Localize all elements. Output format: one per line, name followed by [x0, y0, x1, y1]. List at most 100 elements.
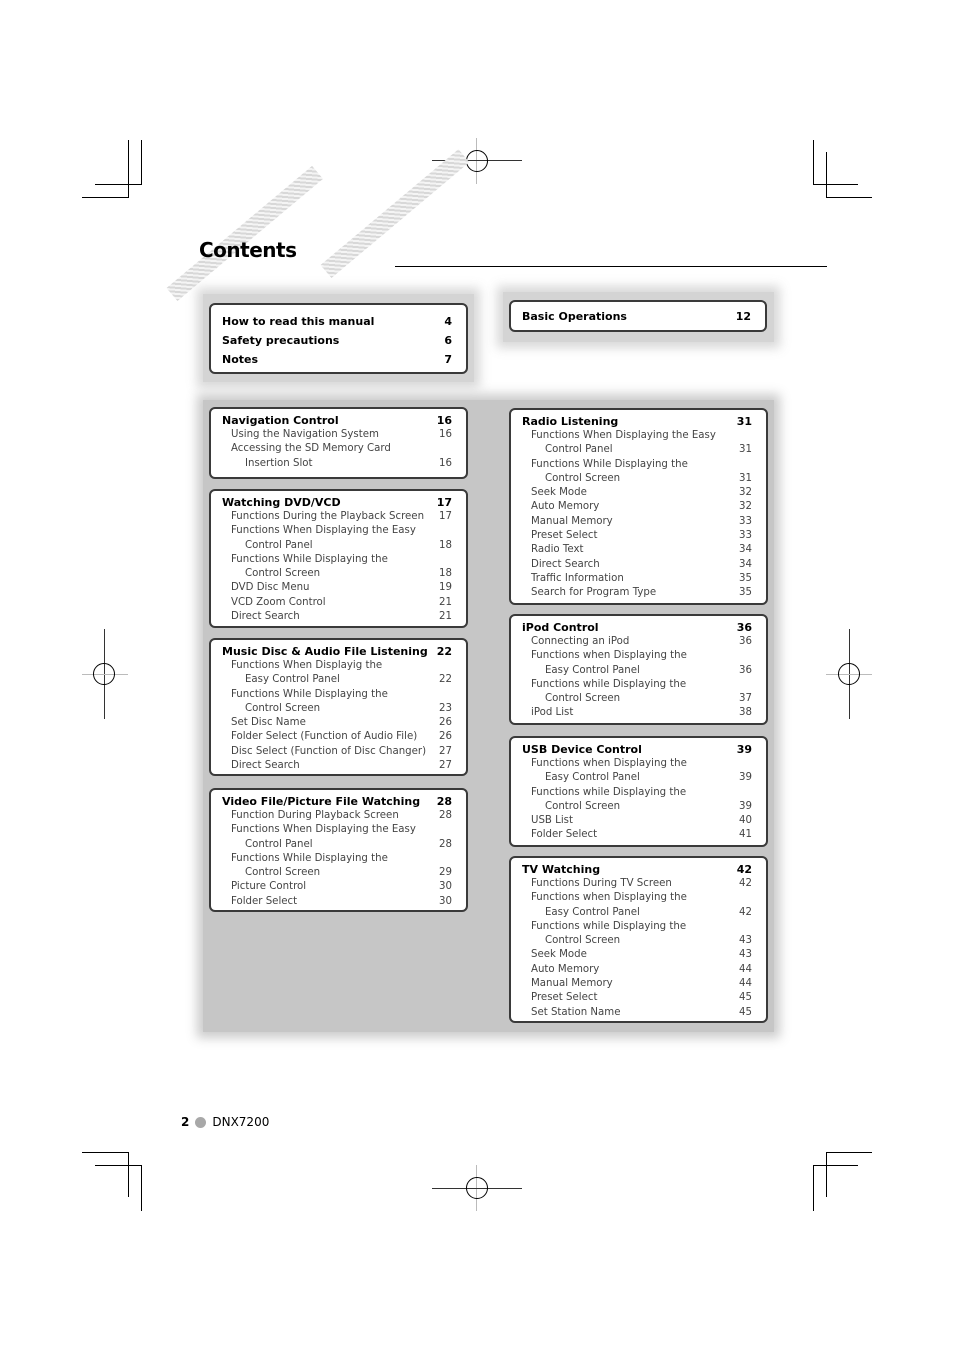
toc-entry[interactable]: VCD Zoom Control 21	[222, 596, 452, 610]
toc-entry[interactable]: Functions when Displaying the Easy Contro…	[522, 757, 752, 786]
toc-entry[interactable]: Traffic Information 35	[522, 572, 752, 586]
toc-entry-label-continued: Control Screen	[245, 867, 321, 879]
toc-entry-page: 31	[739, 472, 752, 484]
toc-entry[interactable]: Notes 7	[222, 350, 452, 369]
toc-entry[interactable]: Functions When Displaying the Easy Contro…	[222, 823, 452, 852]
toc-entry-page: 37	[739, 693, 752, 705]
toc-entry-label: Folder Select	[231, 895, 298, 907]
toc-entry-page: 36	[739, 664, 752, 676]
toc-entry-page: 23	[439, 702, 452, 714]
toc-entry[interactable]: Functions While Displaying the Control Sc…	[222, 688, 452, 717]
toc-entry[interactable]: Functions When Displaying the Easy Contro…	[222, 524, 452, 553]
toc-entry[interactable]: Seek Mode 32	[522, 486, 752, 500]
toc-section-heading[interactable]: TV Watching 42	[522, 862, 752, 877]
toc-box-basic-operations: Basic Operations 12	[509, 300, 767, 332]
toc-entry[interactable]: Seek Mode 43	[522, 948, 752, 962]
toc-entry-page: 30	[439, 881, 452, 893]
toc-section-heading[interactable]: Radio Listening 31	[522, 414, 752, 429]
toc-entry-page: 26	[439, 731, 452, 743]
toc-entry-page: 39	[739, 772, 752, 784]
toc-entry[interactable]: Picture Control 30	[222, 880, 452, 894]
toc-entry[interactable]: Auto Memory 32	[522, 500, 752, 514]
toc-entry[interactable]: Preset Select 33	[522, 529, 752, 543]
toc-entry[interactable]: Set Disc Name 26	[222, 716, 452, 730]
toc-entry[interactable]: Folder Select (Function of Audio File) 26	[222, 730, 452, 744]
toc-entry[interactable]: Functions During TV Screen 42	[522, 877, 752, 891]
toc-entry[interactable]: How to read this manual 4	[222, 312, 452, 331]
toc-entry[interactable]: Connecting an iPod 36	[522, 635, 752, 649]
toc-entry[interactable]: Functions While Displaying the Control Sc…	[222, 553, 452, 582]
toc-entry[interactable]: Accessing the SD Memory Card Insertion Sl…	[222, 442, 452, 471]
toc-entry[interactable]: Preset Select 45	[522, 991, 752, 1005]
toc-entry-label: Functions When Displaying the Easy	[231, 525, 416, 537]
toc-entry-label: Set Disc Name	[231, 717, 306, 729]
toc-entry[interactable]: Folder Select 41	[522, 828, 752, 842]
toc-entry[interactable]: Radio Text 34	[522, 543, 752, 557]
toc-entry[interactable]: Functions When Displayig the Easy Control…	[222, 659, 452, 688]
toc-entry[interactable]: DVD Disc Menu 19	[222, 581, 452, 595]
toc-entry[interactable]: Direct Search 21	[222, 610, 452, 624]
toc-section-tv: TV Watching 42 Functions During TV Screen 4…	[509, 856, 768, 1023]
toc-entry-page: 32	[739, 501, 752, 513]
decorative-stripe-right	[320, 149, 470, 279]
toc-entry[interactable]: Manual Memory 33	[522, 515, 752, 529]
toc-entry-label: DVD Disc Menu	[231, 582, 310, 594]
toc-entry-label: Search for Program Type	[531, 587, 657, 599]
toc-section-heading[interactable]: iPod Control 36	[522, 620, 752, 635]
toc-section-heading[interactable]: Watching DVD/VCD 17	[222, 495, 452, 510]
toc-section-video: Video File/Picture File Watching 28 Functi…	[209, 788, 468, 912]
toc-section-page: 16	[436, 414, 452, 427]
toc-entry[interactable]: Direct Search 34	[522, 558, 752, 572]
toc-entry-page: 27	[439, 745, 452, 757]
toc-entry[interactable]: Set Station Name 45	[522, 1006, 752, 1020]
toc-entry[interactable]: Using the Navigation System 16	[222, 428, 452, 442]
toc-entry[interactable]: Functions While Displaying the Control Sc…	[522, 458, 752, 487]
toc-entry-label-continued: Control Panel	[245, 838, 313, 850]
toc-entry[interactable]: Basic Operations 12	[522, 307, 751, 326]
toc-section-radio: Radio Listening 31 Functions When Displayi…	[509, 408, 768, 605]
gray-circle-icon	[195, 1116, 207, 1128]
toc-entry-label: Auto Memory	[531, 501, 600, 513]
toc-entry[interactable]: Function During Playback Screen 28	[222, 809, 452, 823]
toc-entry[interactable]: Functions when Displaying the Easy Contro…	[522, 649, 752, 678]
toc-section-dvd: Watching DVD/VCD 17 Functions During the P…	[209, 489, 468, 628]
toc-section-heading[interactable]: Video File/Picture File Watching 28	[222, 794, 452, 809]
toc-entry-label: Set Station Name	[531, 1006, 621, 1018]
toc-entry[interactable]: Functions During the Playback Screen 17	[222, 510, 452, 524]
toc-entry[interactable]: Direct Search 27	[222, 759, 452, 773]
toc-section-heading[interactable]: Music Disc & Audio File Listening 22	[222, 644, 452, 659]
toc-entry-page: 30	[439, 895, 452, 907]
toc-entry[interactable]: iPod List 38	[522, 706, 752, 720]
toc-entry-page: 35	[739, 572, 752, 584]
title-rule	[395, 266, 827, 267]
toc-entry[interactable]: Auto Memory 44	[522, 963, 752, 977]
toc-entry-label-continued: Easy Control Panel	[245, 674, 340, 686]
toc-entry-label-continued: Control Screen	[545, 935, 621, 947]
toc-entry-page: 45	[739, 992, 752, 1004]
toc-entry-label: Manual Memory	[531, 515, 613, 527]
toc-entry-label-continued: Control Screen	[545, 693, 621, 705]
toc-section-usb: USB Device Control 39 Functions when Displ…	[509, 736, 768, 847]
toc-entry-label: Seek Mode	[531, 949, 587, 961]
page-number: 2	[181, 1115, 190, 1129]
toc-entry-label: Traffic Information	[531, 572, 624, 584]
toc-entry-label: Functions During the Playback Screen	[231, 511, 425, 522]
toc-entry[interactable]: Functions while Displaying the Control Sc…	[522, 678, 752, 707]
toc-entry-label: Functions While Displaying the	[231, 852, 388, 864]
toc-entry[interactable]: USB List 40	[522, 814, 752, 828]
toc-entry[interactable]: Functions while Displaying the Control Sc…	[522, 920, 752, 949]
toc-entry[interactable]: Disc Select (Function of Disc Changer) 27	[222, 745, 452, 759]
toc-entry[interactable]: Functions When Displaying the Easy Contro…	[522, 429, 752, 458]
toc-entry[interactable]: Manual Memory 44	[522, 977, 752, 991]
toc-section-heading[interactable]: USB Device Control 39	[522, 742, 752, 757]
toc-entry[interactable]: Folder Select 30	[222, 895, 452, 909]
toc-entry[interactable]: Functions While Displaying the Control Sc…	[222, 852, 452, 881]
toc-entry-label: Notes	[222, 353, 259, 366]
toc-entry-label: Manual Memory	[531, 978, 613, 990]
toc-entry-page: 45	[739, 1006, 752, 1018]
toc-entry[interactable]: Safety precautions 6	[222, 331, 452, 350]
toc-entry[interactable]: Functions while Displaying the Control Sc…	[522, 786, 752, 815]
toc-entry[interactable]: Search for Program Type 35	[522, 586, 752, 600]
toc-entry[interactable]: Functions when Displaying the Easy Contro…	[522, 891, 752, 920]
toc-section-heading[interactable]: Navigation Control 16	[222, 413, 452, 428]
